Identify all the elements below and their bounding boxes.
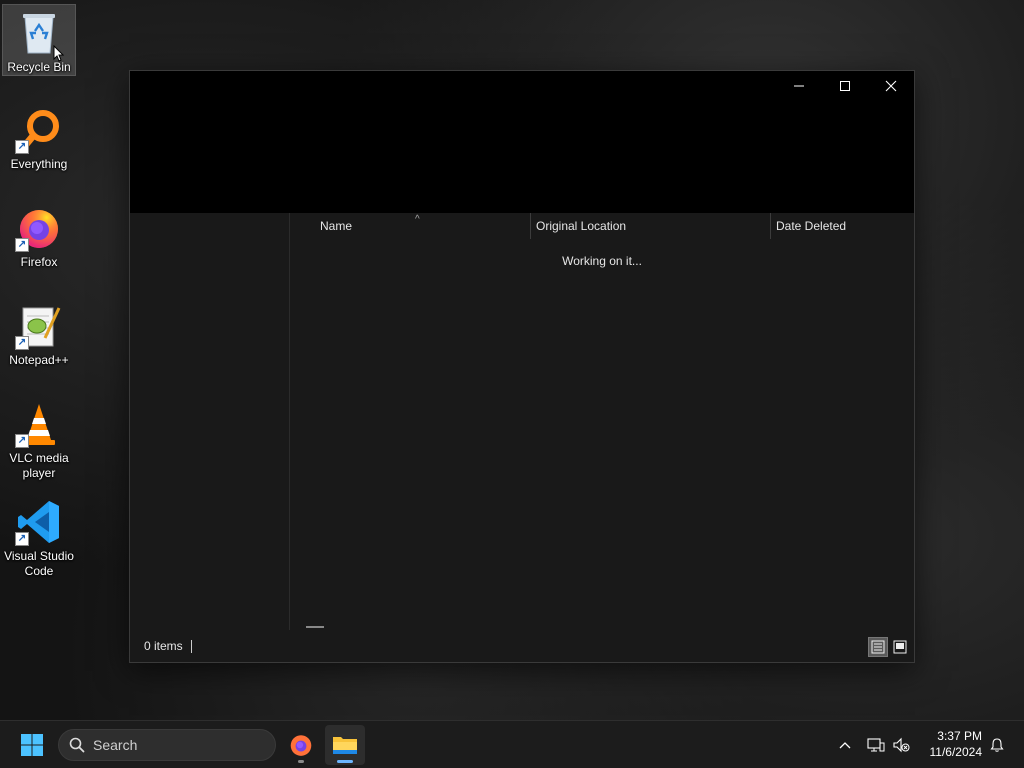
- column-header-original-location[interactable]: Original Location: [530, 213, 770, 239]
- volume-button[interactable]: [891, 735, 911, 755]
- column-header-date-deleted[interactable]: Date Deleted: [770, 213, 915, 239]
- start-button[interactable]: [16, 731, 48, 759]
- status-bar: 0 items: [130, 630, 914, 662]
- vscode-icon: ↗: [15, 498, 63, 546]
- taskbar: Search 3:37 PM 11/6/2024: [0, 720, 1024, 768]
- column-headers: Name ^ Original Location Date Deleted: [290, 213, 914, 239]
- vlc-cone-icon: ↗: [15, 400, 63, 448]
- column-header-label: Original Location: [536, 219, 627, 233]
- large-icons-view-icon: [893, 640, 907, 654]
- title-bar[interactable]: [130, 71, 914, 213]
- network-icon: [867, 738, 885, 752]
- clock-time: 3:37 PM: [937, 729, 982, 743]
- maximize-icon: [840, 81, 850, 91]
- bell-icon: [990, 738, 1004, 752]
- shortcut-arrow-icon: ↗: [15, 140, 29, 154]
- column-header-label: Name: [320, 219, 353, 233]
- desktop-icon-label: Visual Studio Code: [4, 549, 74, 578]
- firefox-icon: [290, 735, 312, 756]
- file-explorer-folder-icon: [333, 737, 357, 754]
- shortcut-arrow-icon: ↗: [15, 238, 29, 252]
- sort-ascending-icon: ^: [415, 214, 420, 225]
- recycle-bin-icon: [15, 9, 65, 62]
- windows-logo-icon: [21, 734, 43, 756]
- details-view-icon: [871, 640, 885, 654]
- shortcut-arrow-icon: ↗: [15, 434, 29, 448]
- close-icon: [885, 80, 897, 92]
- status-divider: [191, 640, 192, 653]
- notifications-button[interactable]: [987, 735, 1007, 755]
- minimize-button[interactable]: [776, 71, 822, 101]
- firefox-icon: ↗: [15, 204, 63, 252]
- maximize-button[interactable]: [822, 71, 868, 101]
- desktop-icon-vscode[interactable]: ↗ Visual Studio Code: [2, 494, 76, 579]
- system-clock[interactable]: 3:37 PM 11/6/2024: [930, 728, 983, 760]
- running-indicator: [298, 760, 304, 763]
- desktop-icon-label: Notepad++: [9, 353, 69, 367]
- column-header-label: Date Deleted: [776, 219, 847, 233]
- show-hidden-icons-button[interactable]: [835, 735, 855, 755]
- taskbar-app-file-explorer[interactable]: [325, 725, 365, 765]
- network-status-button[interactable]: [866, 735, 886, 755]
- shortcut-arrow-icon: ↗: [15, 336, 29, 350]
- details-view-button[interactable]: [868, 637, 888, 657]
- chevron-up-icon: [839, 742, 851, 749]
- column-header-name[interactable]: Name ^: [290, 213, 530, 239]
- desktop-icon-recycle-bin[interactable]: Recycle Bin: [2, 4, 76, 76]
- desktop-icon-notepad-plus-plus[interactable]: ↗ Notepad++: [2, 298, 76, 368]
- desktop-icon-everything[interactable]: ↗ Everything: [2, 102, 76, 172]
- taskbar-app-firefox[interactable]: [281, 725, 321, 765]
- explorer-window: Name ^ Original Location Date Deleted Wo…: [129, 70, 915, 663]
- desktop-icon-label: Everything: [10, 157, 68, 171]
- active-indicator: [337, 760, 353, 763]
- desktop-icon-label: Firefox: [20, 255, 58, 269]
- loading-message: Working on it...: [562, 254, 642, 268]
- desktop-icon-vlc[interactable]: ↗ VLC media player: [2, 396, 76, 481]
- search-label: Search: [93, 737, 138, 753]
- clock-date: 11/6/2024: [929, 745, 983, 759]
- minimize-icon: [794, 85, 804, 87]
- item-count: 0 items: [144, 639, 183, 653]
- navigation-pane[interactable]: [130, 213, 290, 630]
- desktop-icon-firefox[interactable]: ↗ Firefox: [2, 200, 76, 270]
- taskbar-search[interactable]: Search: [58, 729, 276, 761]
- everything-search-icon: ↗: [15, 106, 63, 154]
- volume-muted-icon: [893, 737, 910, 753]
- close-button[interactable]: [868, 71, 914, 101]
- desktop-icon-label: VLC media player: [9, 451, 69, 480]
- shortcut-arrow-icon: ↗: [15, 532, 29, 546]
- horizontal-scrollbar[interactable]: [306, 626, 324, 628]
- file-list-view[interactable]: Name ^ Original Location Date Deleted Wo…: [290, 213, 914, 630]
- window-controls: [776, 71, 914, 101]
- large-icons-view-button[interactable]: [890, 637, 910, 657]
- search-icon: [69, 737, 85, 753]
- notepad-plus-plus-icon: ↗: [15, 302, 63, 350]
